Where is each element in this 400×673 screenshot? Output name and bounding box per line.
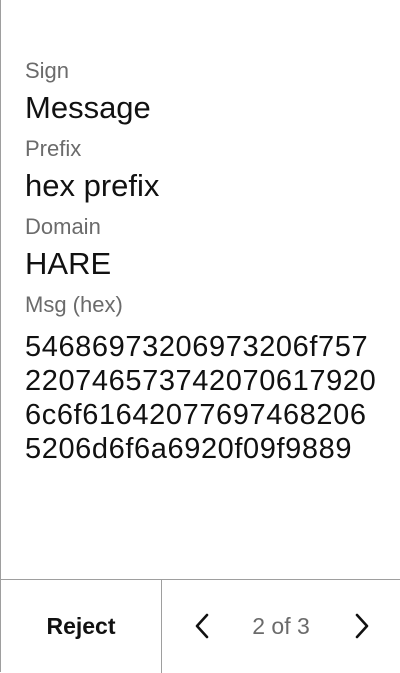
msg-hex-value: 54686973206973206f7572207465737420706179… xyxy=(25,331,377,465)
footer-bar: Reject 2 of 3 xyxy=(1,579,400,673)
prefix-value: hex prefix xyxy=(25,168,160,203)
prefix-label: Prefix xyxy=(25,136,82,161)
pagination: 2 of 3 xyxy=(162,580,400,673)
page-indicator: 2 of 3 xyxy=(252,613,310,639)
sign-details: Sign Message Prefix hex prefix Domain HA… xyxy=(25,56,385,466)
chevron-right-icon[interactable] xyxy=(348,612,376,640)
domain-label: Domain xyxy=(25,214,101,239)
sign-label: Sign xyxy=(25,58,70,83)
chevron-left-icon[interactable] xyxy=(188,612,216,640)
sign-value: Message xyxy=(25,90,151,125)
msg-hex-label: Msg (hex) xyxy=(25,292,123,317)
domain-value: HARE xyxy=(25,246,112,281)
reject-button[interactable]: Reject xyxy=(1,580,161,673)
sign-review-screen: Sign Message Prefix hex prefix Domain HA… xyxy=(0,0,400,673)
